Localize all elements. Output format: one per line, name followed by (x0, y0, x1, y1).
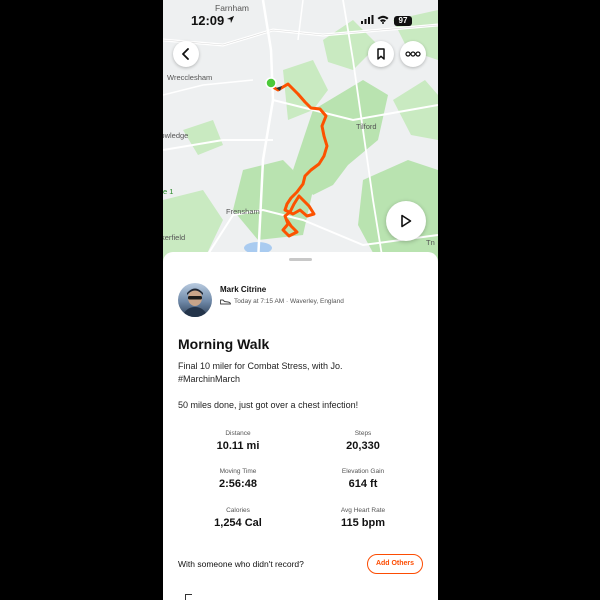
add-others-button[interactable]: Add Others (367, 554, 423, 574)
stat-value: 20,330 (346, 440, 380, 452)
stat-calories: Calories 1,254 Cal (178, 507, 298, 529)
battery-icon: 97 (394, 16, 412, 26)
play-icon (401, 214, 412, 228)
stat-value: 2:56:48 (219, 478, 257, 490)
stat-value: 10.11 mi (216, 440, 260, 452)
back-button[interactable] (173, 41, 199, 67)
activity-title: Morning Walk (178, 336, 270, 352)
location-arrow-icon (226, 15, 235, 24)
avatar[interactable] (178, 283, 212, 317)
activity-meta: Today at 7:15 AM · Waverley, England (220, 298, 344, 305)
stat-label: Elevation Gain (341, 468, 385, 475)
description-line: 50 miles done, just got over a chest inf… (178, 400, 359, 410)
stat-value: 614 ft (348, 478, 378, 490)
map-label-edge-right: Tn (426, 238, 435, 247)
stat-steps: Steps 20,330 (303, 430, 423, 452)
bookmark-icon (377, 48, 385, 60)
stat-label: Moving Time (219, 468, 257, 475)
flyover-play-button[interactable] (386, 201, 426, 241)
stat-value: 115 bpm (340, 517, 386, 529)
map-label-edge-left: e 1 (163, 187, 174, 196)
activity-meta-text: Today at 7:15 AM · Waverley, England (234, 298, 344, 305)
stat-value: 1,254 Cal (214, 517, 262, 529)
map-label-rowledge: Rowledge (163, 131, 189, 140)
signal-icon (361, 15, 374, 24)
activity-sheet: Mark Citrine Today at 7:15 AM · Waverley… (163, 252, 438, 600)
athlete-name[interactable]: Mark Citrine (220, 285, 266, 294)
shoe-icon (220, 299, 231, 305)
wifi-icon (377, 15, 389, 24)
stat-label: Calories (226, 507, 250, 514)
sheet-handle[interactable] (289, 258, 312, 261)
activity-description: Final 10 miler for Combat Stress, with J… (178, 360, 423, 412)
map-label-kerfield: kerfield (163, 233, 186, 242)
activity-map[interactable]: Farnham Wrecclesham Tilford Rowledge e 1… (163, 0, 438, 262)
add-others-row: With someone who didn't record? Add Othe… (178, 554, 423, 574)
phone-screen: Farnham Wrecclesham Tilford Rowledge e 1… (163, 0, 438, 600)
stat-label: Steps (354, 430, 372, 437)
stat-label: Distance (225, 430, 251, 437)
status-time: 12:09 (191, 13, 225, 28)
stat-distance: Distance 10.11 mi (178, 430, 298, 452)
chevron-left-icon (182, 48, 189, 60)
map-label-frensham: Frensham (226, 207, 260, 216)
stat-moving-time: Moving Time 2:56:48 (178, 468, 298, 490)
description-line: Final 10 miler for Combat Stress, with J… (178, 361, 343, 371)
map-label-wrecclesham: Wrecclesham (167, 73, 213, 82)
more-options-button[interactable] (400, 41, 426, 67)
avatar-photo (182, 288, 208, 317)
add-others-prompt: With someone who didn't record? (178, 559, 304, 569)
next-section-icon (185, 594, 192, 600)
stat-avg-heart-rate: Avg Heart Rate 115 bpm (303, 507, 423, 529)
save-route-button[interactable] (368, 41, 394, 67)
description-hashtag[interactable]: #MarchinMarch (178, 373, 423, 386)
more-dots-icon (405, 51, 421, 57)
map-label-tilford: Tilford (356, 122, 377, 131)
stat-elevation-gain: Elevation Gain 614 ft (303, 468, 423, 490)
stat-label: Avg Heart Rate (340, 507, 386, 514)
status-bar: 12:09 97 (163, 0, 438, 38)
